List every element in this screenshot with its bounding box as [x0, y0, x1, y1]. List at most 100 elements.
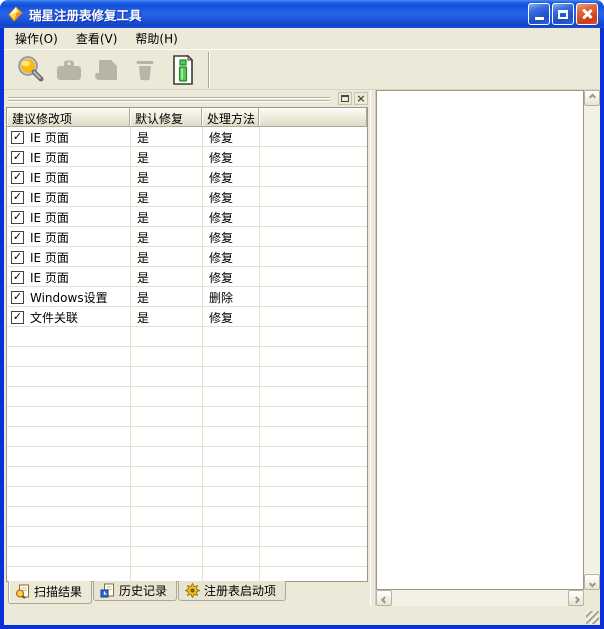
- column-default-repair[interactable]: 默认修复: [130, 108, 202, 127]
- table-body: IE 页面 是 修复 IE 页面 是 修复 IE 页面 是 修复 IE 页面 是…: [7, 127, 367, 327]
- tabbar: 扫描结果 历史记录: [4, 582, 370, 606]
- repair-button-disabled: [50, 52, 88, 88]
- cell-item: IE 页面: [30, 209, 69, 226]
- scrollbar-corner: [584, 590, 600, 606]
- cell-item: IE 页面: [30, 249, 69, 266]
- tab-history[interactable]: 历史记录: [93, 581, 177, 601]
- table-row[interactable]: Windows设置 是 删除: [7, 287, 367, 307]
- row-checkbox[interactable]: [11, 151, 24, 164]
- cell-item: IE 页面: [30, 149, 69, 166]
- statusbar: [4, 606, 600, 625]
- info-button[interactable]: [164, 52, 202, 88]
- window-title: 瑞星注册表修复工具: [29, 5, 528, 24]
- row-checkbox[interactable]: [11, 211, 24, 224]
- scroll-up-button[interactable]: [584, 90, 600, 106]
- minimize-icon: [535, 17, 544, 20]
- resize-grip-icon[interactable]: [586, 611, 599, 624]
- tab-label: 注册表启动项: [204, 582, 276, 599]
- horizontal-scrollbar[interactable]: [376, 590, 584, 606]
- table-row[interactable]: IE 页面 是 修复: [7, 227, 367, 247]
- app-icon: [7, 6, 24, 23]
- column-empty[interactable]: [259, 108, 367, 127]
- info-icon: [170, 54, 196, 86]
- cell-item: 文件关联: [30, 309, 78, 326]
- scan-button[interactable]: [12, 52, 50, 88]
- menu-help[interactable]: 帮助(H): [126, 27, 186, 50]
- close-button[interactable]: [576, 3, 598, 25]
- table-row[interactable]: IE 页面 是 修复: [7, 267, 367, 287]
- table-row[interactable]: IE 页面 是 修复: [7, 147, 367, 167]
- results-pane: × 建议修改项 默认修复 处理方法 IE 页面 是 修复: [4, 90, 370, 606]
- table-row[interactable]: IE 页面 是 修复: [7, 207, 367, 227]
- cell-default-repair: 是: [130, 309, 202, 326]
- menu-view[interactable]: 查看(V): [67, 27, 127, 50]
- scroll-right-button[interactable]: [568, 590, 584, 606]
- table-row[interactable]: IE 页面 是 修复: [7, 187, 367, 207]
- row-checkbox[interactable]: [11, 311, 24, 324]
- cell-method: 修复: [202, 269, 259, 286]
- row-checkbox[interactable]: [11, 191, 24, 204]
- column-method[interactable]: 处理方法: [202, 108, 259, 127]
- float-pane-icon: [341, 95, 349, 102]
- cell-method: 修复: [202, 309, 259, 326]
- chevron-up-icon: [588, 93, 595, 100]
- vertical-scrollbar[interactable]: [584, 90, 600, 590]
- table-header: 建议修改项 默认修复 处理方法: [7, 108, 367, 127]
- cell-item: IE 页面: [30, 169, 69, 186]
- cell-method: 修复: [202, 209, 259, 226]
- close-pane-button[interactable]: ×: [354, 92, 368, 105]
- row-checkbox[interactable]: [11, 231, 24, 244]
- chevron-right-icon: [572, 596, 579, 603]
- cell-item: IE 页面: [30, 269, 69, 286]
- tab-label: 扫描结果: [34, 583, 82, 600]
- maximize-button[interactable]: [552, 3, 574, 25]
- scroll-left-button[interactable]: [376, 590, 392, 606]
- pane-caption[interactable]: ×: [4, 90, 370, 107]
- cell-method: 修复: [202, 229, 259, 246]
- close-icon: [581, 8, 593, 20]
- row-checkbox[interactable]: [11, 271, 24, 284]
- table-row[interactable]: IE 页面 是 修复: [7, 167, 367, 187]
- cell-item: IE 页面: [30, 189, 69, 206]
- tab-registry-startup[interactable]: 注册表启动项: [178, 581, 286, 601]
- chevron-left-icon: [380, 596, 387, 603]
- magnifier-icon: [16, 55, 46, 85]
- cell-method: 修复: [202, 189, 259, 206]
- scan-results-icon: [15, 584, 30, 599]
- column-suggested-item[interactable]: 建议修改项: [7, 108, 130, 127]
- minimize-button[interactable]: [528, 3, 550, 25]
- tab-scan-results[interactable]: 扫描结果: [8, 581, 92, 604]
- cell-item: IE 页面: [30, 229, 69, 246]
- titlebar[interactable]: 瑞星注册表修复工具: [0, 0, 604, 28]
- trash-icon: [131, 55, 159, 85]
- pane-gripper: [8, 95, 330, 103]
- menu-operate[interactable]: 操作(O): [6, 27, 67, 50]
- scroll-down-button[interactable]: [584, 574, 600, 590]
- cell-default-repair: 是: [130, 249, 202, 266]
- row-checkbox[interactable]: [11, 291, 24, 304]
- client-area: 操作(O) 查看(V) 帮助(H): [4, 28, 600, 625]
- row-checkbox[interactable]: [11, 251, 24, 264]
- delete-button-disabled: [126, 52, 164, 88]
- table-row[interactable]: 文件关联 是 修复: [7, 307, 367, 327]
- backup-button-disabled: [88, 52, 126, 88]
- cell-item: Windows设置: [30, 289, 108, 306]
- cell-default-repair: 是: [130, 209, 202, 226]
- detail-content[interactable]: [376, 90, 584, 590]
- row-checkbox[interactable]: [11, 171, 24, 184]
- float-pane-button[interactable]: [338, 92, 352, 105]
- chevron-down-icon: [588, 580, 595, 587]
- table-row[interactable]: IE 页面 是 修复: [7, 247, 367, 267]
- app-window: 瑞星注册表修复工具 操作(O) 查看(V) 帮助(H): [0, 0, 604, 629]
- detail-pane: [376, 90, 600, 606]
- row-checkbox[interactable]: [11, 131, 24, 144]
- cell-default-repair: 是: [130, 189, 202, 206]
- tab-label: 历史记录: [119, 582, 167, 599]
- cell-default-repair: 是: [130, 289, 202, 306]
- maximize-icon: [558, 10, 568, 19]
- scan-results-table: 建议修改项 默认修复 处理方法 IE 页面 是 修复 IE 页面 是 修复: [6, 107, 368, 582]
- cell-default-repair: 是: [130, 149, 202, 166]
- cell-method: 修复: [202, 129, 259, 146]
- table-row[interactable]: IE 页面 是 修复: [7, 127, 367, 147]
- cell-method: 修复: [202, 169, 259, 186]
